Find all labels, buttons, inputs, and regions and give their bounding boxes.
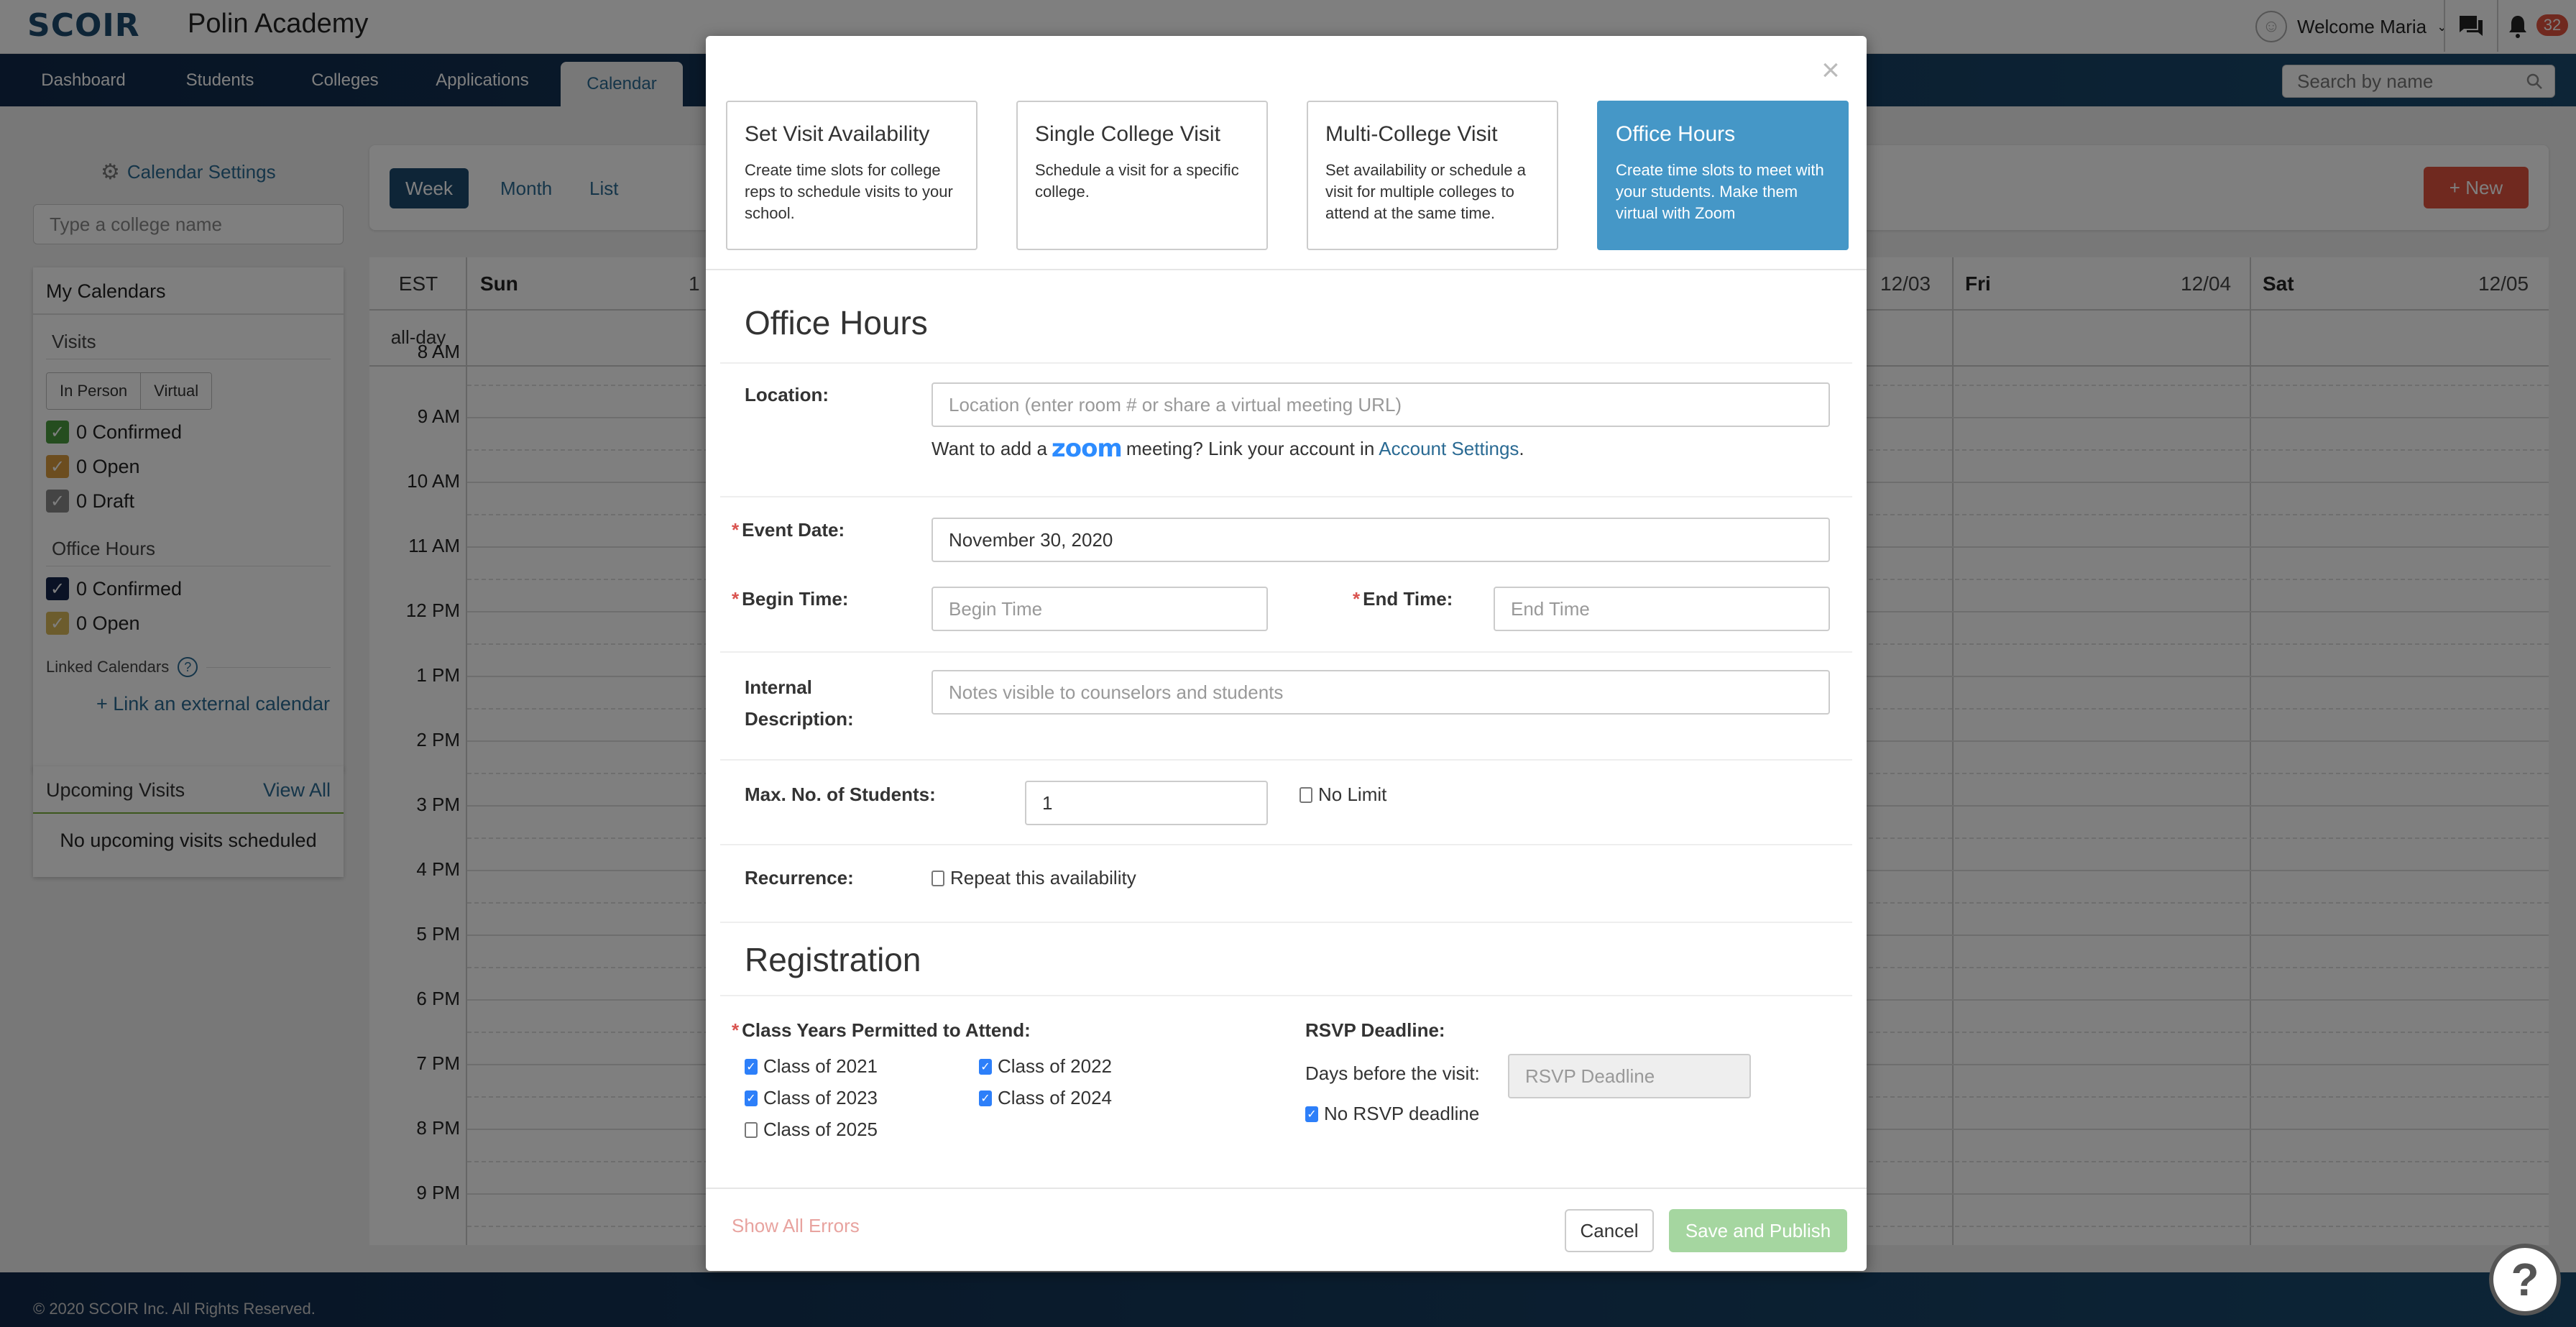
class-2021-checkbox[interactable]: ✓ Class of 2021: [745, 1055, 878, 1078]
close-icon[interactable]: ×: [1816, 55, 1845, 86]
zoom-hint: Want to add a zoom meeting? Link your ac…: [932, 434, 1524, 463]
checkbox-checked-icon: ✓: [745, 1058, 758, 1075]
type-card-title: Multi-College Visit: [1325, 122, 1498, 146]
event-date-input[interactable]: November 30, 2020: [932, 518, 1830, 562]
help-chat-icon[interactable]: ?: [2489, 1244, 2561, 1315]
section-title-registration: Registration: [745, 941, 921, 978]
begin-time-input[interactable]: Begin Time: [932, 587, 1268, 631]
type-card-desc: Schedule a visit for a specific college.: [1035, 161, 1239, 201]
create-event-modal: × Set Visit Availability Create time slo…: [706, 36, 1867, 1271]
no-limit-checkbox[interactable]: No Limit: [1300, 784, 1386, 806]
location-label: Location:: [745, 384, 829, 405]
divider: [720, 496, 1852, 497]
hint-text: meeting? Link your account in: [1126, 437, 1375, 459]
type-card-desc: Create time slots for college reps to sc…: [745, 161, 953, 222]
zoom-logo: zoom: [1051, 434, 1123, 463]
save-and-publish-button[interactable]: Save and Publish: [1669, 1209, 1847, 1252]
checkbox-label: No Limit: [1318, 784, 1387, 805]
class-years-label: * Class Years Permitted to Attend:: [732, 1019, 1031, 1041]
end-time-label: * End Time:: [1353, 588, 1453, 610]
section-title-office-hours: Office Hours: [745, 304, 928, 341]
type-card-desc: Create time slots to meet with your stud…: [1616, 161, 1824, 222]
type-card-title: Office Hours: [1616, 122, 1736, 146]
cancel-button[interactable]: Cancel: [1565, 1209, 1654, 1252]
type-card-office-hours[interactable]: Office Hours Create time slots to meet w…: [1597, 101, 1849, 250]
checkbox-label: Class of 2021: [763, 1055, 878, 1077]
type-card-desc: Set availability or schedule a visit for…: [1325, 161, 1526, 222]
checkbox-label: No RSVP deadline: [1324, 1103, 1480, 1124]
divider: [720, 922, 1852, 923]
divider: [720, 362, 1852, 364]
checkbox-checked-icon: ✓: [1305, 1106, 1318, 1122]
checkbox-unchecked-icon: [1300, 786, 1312, 803]
checkbox-checked-icon: ✓: [745, 1090, 758, 1106]
divider: [720, 844, 1852, 845]
checkbox-checked-icon: ✓: [979, 1090, 992, 1106]
hint-text: .: [1519, 437, 1524, 459]
checkbox-label: Class of 2024: [998, 1087, 1112, 1108]
type-card-single-college-visit[interactable]: Single College Visit Schedule a visit fo…: [1016, 101, 1268, 250]
rsvp-deadline-input[interactable]: RSVP Deadline: [1508, 1054, 1751, 1098]
checkbox-unchecked-icon: [745, 1121, 758, 1138]
repeat-availability-checkbox[interactable]: Repeat this availability: [932, 867, 1136, 889]
type-card-multi-college-visit[interactable]: Multi-College Visit Set availability or …: [1307, 101, 1558, 250]
type-card-set-visit-availability[interactable]: Set Visit Availability Create time slots…: [726, 101, 978, 250]
no-rsvp-deadline-checkbox[interactable]: ✓ No RSVP deadline: [1305, 1103, 1479, 1125]
type-card-title: Set Visit Availability: [745, 122, 930, 146]
divider: [720, 759, 1852, 761]
class-2022-checkbox[interactable]: ✓ Class of 2022: [979, 1055, 1112, 1078]
divider: [706, 1188, 1867, 1189]
max-students-label: Max. No. of Students:: [745, 784, 936, 805]
hint-text: Want to add a: [932, 437, 1047, 459]
checkbox-label: Class of 2023: [763, 1087, 878, 1108]
location-input[interactable]: Location (enter room # or share a virtua…: [932, 382, 1830, 427]
checkbox-checked-icon: ✓: [979, 1058, 992, 1075]
account-settings-link[interactable]: Account Settings: [1379, 438, 1519, 460]
checkbox-label: Class of 2022: [998, 1055, 1112, 1077]
checkbox-label: Repeat this availability: [950, 867, 1136, 889]
class-2025-checkbox[interactable]: Class of 2025: [745, 1119, 878, 1141]
divider: [720, 995, 1852, 996]
class-2023-checkbox[interactable]: ✓ Class of 2023: [745, 1087, 878, 1109]
begin-time-label: * Begin Time:: [732, 588, 849, 610]
internal-description-input[interactable]: Notes visible to counselors and students: [932, 670, 1830, 715]
checkbox-unchecked-icon: [932, 870, 944, 886]
divider: [706, 269, 1867, 270]
recurrence-label: Recurrence:: [745, 867, 854, 889]
divider: [720, 651, 1852, 653]
type-card-title: Single College Visit: [1035, 122, 1220, 146]
checkbox-label: Class of 2025: [763, 1119, 878, 1140]
event-date-label: * Event Date:: [732, 519, 845, 541]
internal-description-label: Internal Description:: [745, 676, 854, 730]
end-time-input[interactable]: End Time: [1494, 587, 1830, 631]
class-2024-checkbox[interactable]: ✓ Class of 2024: [979, 1087, 1112, 1109]
rsvp-deadline-label: RSVP Deadline:: [1305, 1019, 1445, 1041]
max-students-input[interactable]: 1: [1025, 781, 1268, 825]
days-before-label: Days before the visit:: [1305, 1062, 1480, 1084]
show-all-errors-link[interactable]: Show All Errors: [732, 1215, 860, 1237]
